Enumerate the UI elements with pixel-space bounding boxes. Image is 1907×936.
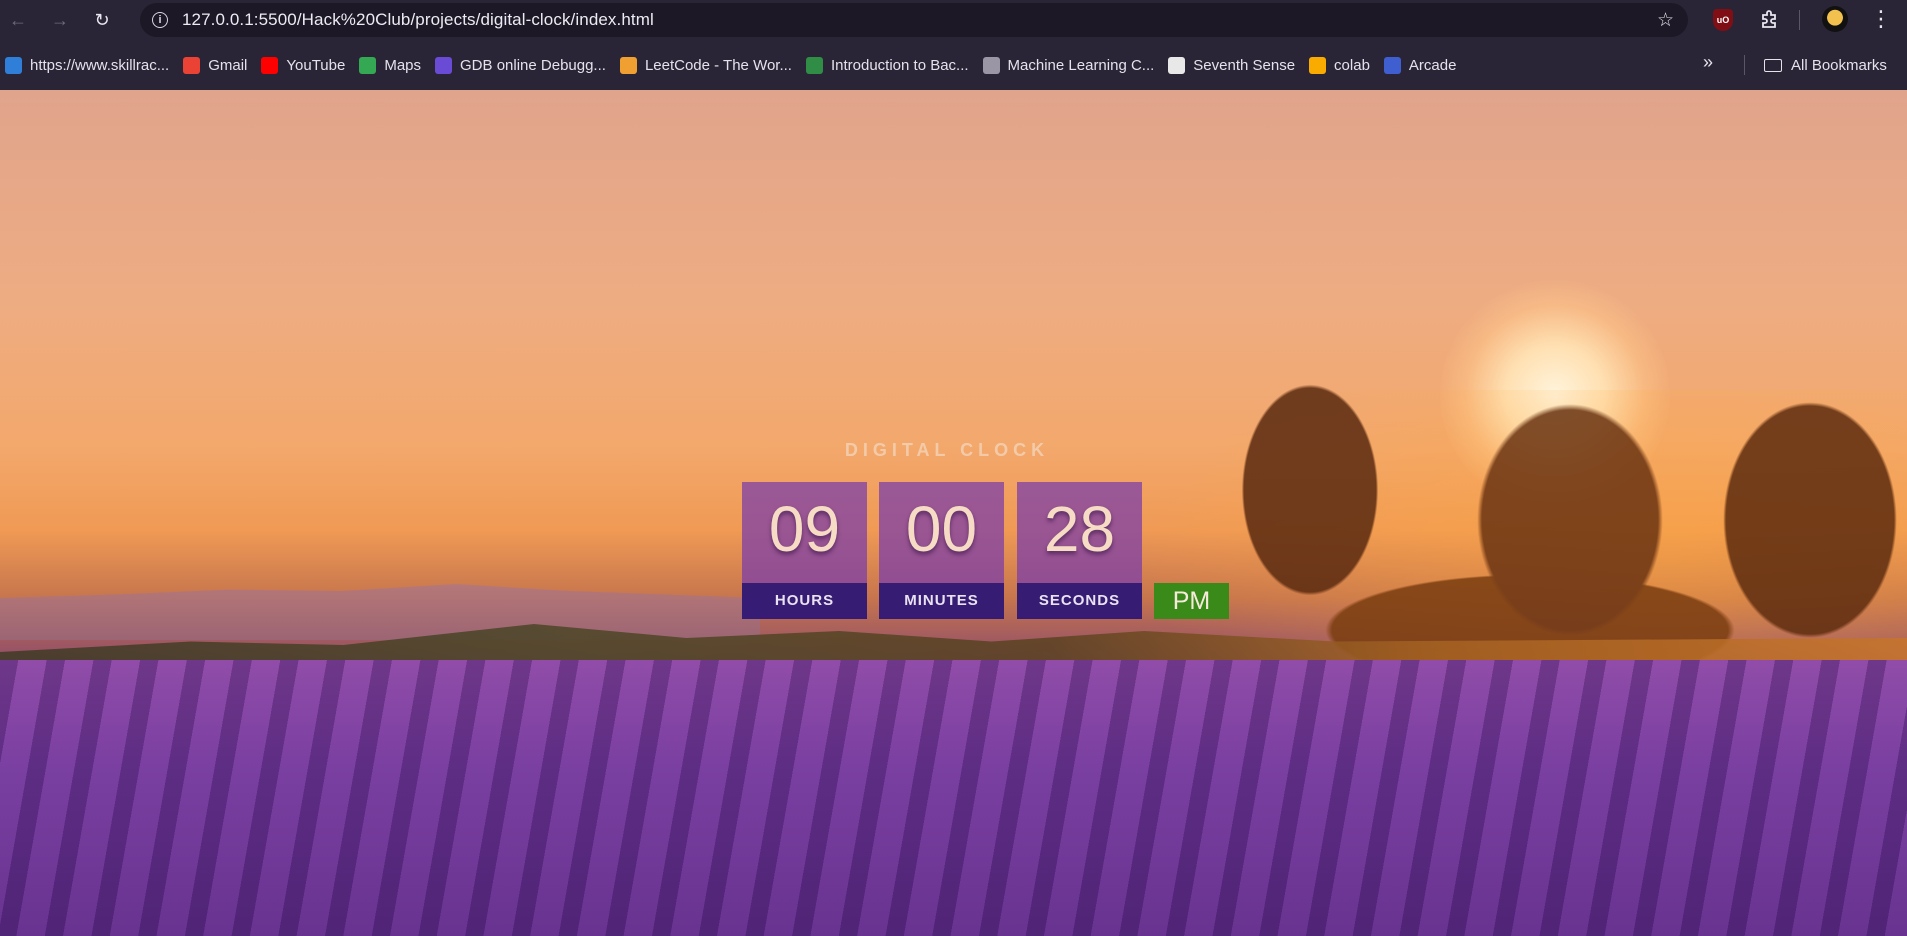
clock-title: DIGITAL CLOCK: [844, 440, 1050, 460]
maps-icon: [359, 56, 377, 74]
browser-menu-icon[interactable]: ⋮: [1870, 6, 1892, 32]
ublock-extension-icon[interactable]: uO: [1713, 9, 1733, 31]
bookmark-item[interactable]: Arcade: [1379, 50, 1466, 80]
bookmark-item[interactable]: GDB online Debugg...: [430, 50, 615, 80]
background-lavender-field: [0, 660, 1907, 936]
page-viewport: DIGITAL CLOCK 09 HOURS 00 MINUTES 28 SEC…: [0, 90, 1907, 936]
folder-icon: [1764, 58, 1782, 72]
bookmark-label: Gmail: [208, 56, 248, 74]
bookmark-label: YouTube: [286, 56, 346, 74]
seventh-sense-icon: [1168, 56, 1186, 74]
bookmark-label: LeetCode - The Wor...: [644, 56, 792, 74]
bookmark-item[interactable]: Seventh Sense: [1163, 50, 1304, 80]
geeksforgeeks-icon: [805, 56, 823, 74]
reload-button[interactable]: ↻: [84, 2, 120, 38]
gmail-icon: [183, 56, 201, 74]
ampm-badge: PM: [1154, 583, 1229, 619]
bookmarks-divider: [1744, 55, 1745, 75]
profile-avatar[interactable]: [1822, 6, 1848, 32]
forward-button[interactable]: →: [42, 2, 78, 38]
bookmark-label: Seventh Sense: [1193, 56, 1296, 74]
url-text[interactable]: 127.0.0.1:5500/Hack%20Club/projects/digi…: [182, 10, 654, 30]
arrow-left-icon: ←: [9, 9, 27, 30]
bookmark-item[interactable]: Maps: [354, 50, 430, 80]
arcade-icon: [1383, 56, 1401, 74]
minutes-tile: 00 MINUTES: [879, 482, 1004, 619]
bookmark-item[interactable]: Gmail: [178, 50, 256, 80]
bookmark-item[interactable]: LeetCode - The Wor...: [615, 50, 801, 80]
bookmark-label: Arcade: [1408, 56, 1457, 74]
ublock-badge: uO: [1716, 15, 1730, 25]
reload-icon: ↻: [94, 9, 110, 30]
bookmark-item[interactable]: Introduction to Bac...: [801, 50, 978, 80]
skillrack-icon: [5, 56, 22, 74]
bookmark-item[interactable]: colab: [1304, 50, 1379, 80]
minutes-value: 00: [905, 493, 978, 565]
colab-icon: [1309, 56, 1327, 74]
youtube-icon: [261, 56, 279, 74]
bookmark-label: Maps: [384, 56, 422, 74]
all-bookmarks-label: All Bookmarks: [1791, 56, 1887, 74]
minutes-label: MINUTES: [879, 583, 1004, 619]
hours-label: HOURS: [742, 583, 867, 619]
bookmark-label: colab: [1334, 56, 1370, 74]
bookmark-label: GDB online Debugg...: [460, 56, 606, 74]
t-circle-icon: [982, 56, 1000, 74]
bookmark-item[interactable]: YouTube: [256, 50, 354, 80]
arrow-right-icon: →: [51, 9, 69, 30]
bookmark-label: Introduction to Bac...: [830, 56, 969, 74]
address-bar[interactable]: i 127.0.0.1:5500/Hack%20Club/projects/di…: [140, 3, 1688, 37]
more-bookmarks-chevron-icon[interactable]: »: [1703, 52, 1713, 73]
leetcode-icon: [619, 56, 637, 74]
bookmark-item[interactable]: https://www.skillrac...: [0, 50, 178, 80]
seconds-value: 28: [1043, 493, 1116, 565]
background-trees: [1150, 290, 1907, 690]
seconds-label: SECONDS: [1017, 583, 1142, 619]
bookmark-label: Machine Learning C...: [1007, 56, 1155, 74]
toolbar-divider: [1799, 10, 1800, 30]
seconds-tile: 28 SECONDS: [1017, 482, 1142, 619]
site-info-icon[interactable]: i: [152, 12, 168, 28]
all-bookmarks-button[interactable]: All Bookmarks: [1764, 50, 1887, 80]
background-hills: [0, 584, 760, 640]
back-button[interactable]: ←: [0, 2, 36, 38]
bookmarks-bar: https://www.skillrac... Gmail YouTube Maps G…: [0, 40, 1907, 90]
gdb-icon: [435, 56, 453, 74]
hours-tile: 09 HOURS: [742, 482, 867, 619]
bookmark-label: https://www.skillrac...: [30, 56, 170, 74]
hours-value: 09: [768, 493, 841, 565]
extensions-puzzle-icon[interactable]: [1758, 7, 1782, 31]
bookmark-item[interactable]: Machine Learning C...: [978, 50, 1164, 80]
browser-toolbar: ← → ↻ i 127.0.0.1:5500/Hack%20Club/proje…: [0, 0, 1907, 40]
bookmark-star-icon[interactable]: ☆: [1657, 9, 1674, 32]
